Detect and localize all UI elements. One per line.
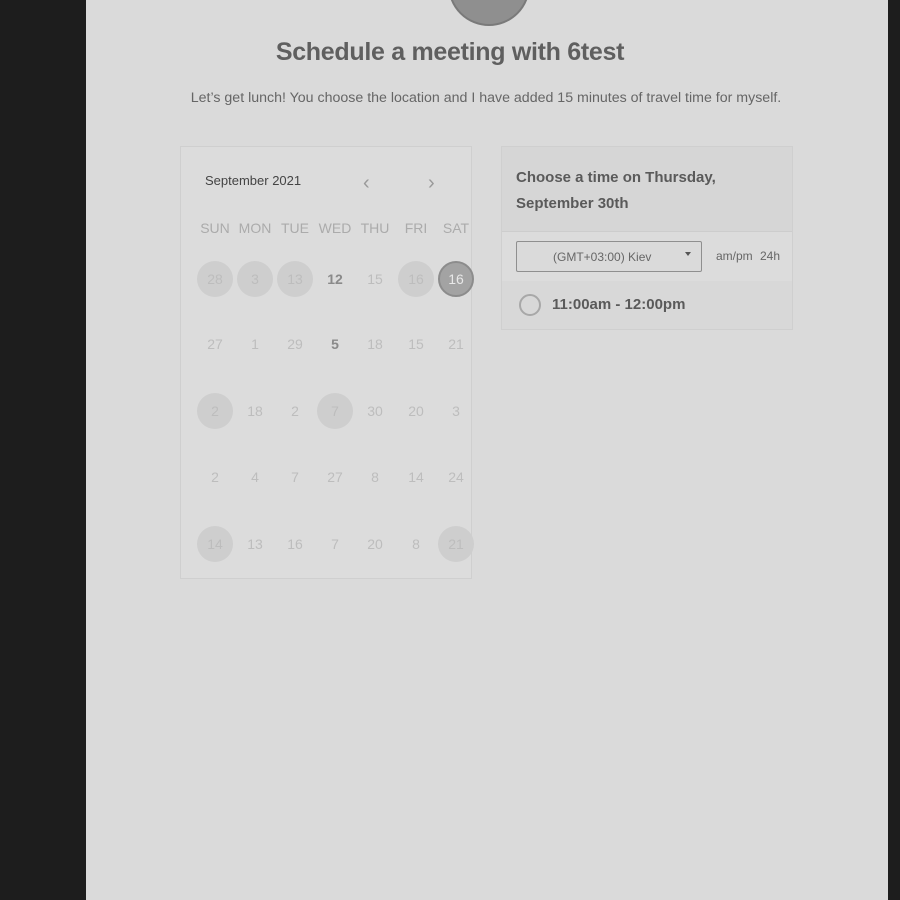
calendar-day[interactable]: 4	[237, 459, 273, 495]
weekday-label: MON	[238, 220, 272, 236]
time-panel-heading: Choose a time on Thursday, September 30t…	[516, 169, 716, 212]
calendar-day[interactable]: 13	[237, 526, 273, 562]
page-title: Schedule a meeting with 6test	[275, 38, 625, 66]
weekday-label: SUN	[200, 220, 230, 236]
calendar-day[interactable]: 16	[277, 526, 313, 562]
caret-down-icon	[685, 252, 691, 256]
calendar-day[interactable]: 3	[237, 261, 273, 297]
calendar-day[interactable]: 18	[357, 326, 393, 362]
calendar-day[interactable]: 5	[317, 326, 353, 362]
calendar-day[interactable]: 24	[438, 459, 474, 495]
calendar-day[interactable]: 3	[438, 393, 474, 429]
calendar-day[interactable]: 15	[398, 326, 434, 362]
calendar-day[interactable]: 27	[317, 459, 353, 495]
calendar-day[interactable]: 30	[357, 393, 393, 429]
calendar-day[interactable]: 13	[277, 261, 313, 297]
page-subtitle: Let’s get lunch! You choose the location…	[190, 90, 782, 106]
weekday-label: TUE	[281, 220, 309, 236]
calendar-day[interactable]: 8	[357, 459, 393, 495]
weekday-label: THU	[360, 220, 390, 236]
calendar-day[interactable]: 15	[357, 261, 393, 297]
chevron-right-icon[interactable]: ›	[428, 173, 435, 193]
time-slot-row[interactable]: 11:00am - 12:00pm	[502, 281, 792, 329]
calendar-day[interactable]: 7	[277, 459, 313, 495]
time-panel-header: Choose a time on Thursday, September 30t…	[502, 147, 792, 232]
calendar-day[interactable]: 2	[197, 393, 233, 429]
format-ampm-toggle[interactable]: am/pm	[716, 249, 753, 263]
chevron-left-icon[interactable]: ‹	[363, 173, 370, 193]
calendar-day[interactable]: 21	[438, 326, 474, 362]
weekday-label: FRI	[404, 220, 428, 236]
calendar-month-label: September 2021	[205, 173, 302, 188]
calendar-day[interactable]: 1	[237, 326, 273, 362]
calendar-day[interactable]: 7	[317, 393, 353, 429]
timezone-value: (GMT+03:00) Kiev	[553, 250, 652, 264]
calendar-day[interactable]: 7	[317, 526, 353, 562]
time-slot-label: 11:00am - 12:00pm	[552, 296, 686, 313]
calendar-day[interactable]: 16	[398, 261, 434, 297]
time-slot-radio[interactable]	[519, 294, 541, 316]
calendar-day[interactable]: 27	[197, 326, 233, 362]
calendar-day[interactable]: 16	[438, 261, 474, 297]
weekday-label: WED	[318, 220, 352, 236]
calendar-day[interactable]: 21	[438, 526, 474, 562]
calendar-day[interactable]: 14	[398, 459, 434, 495]
timezone-select[interactable]: (GMT+03:00) Kiev	[516, 241, 702, 272]
calendar-day[interactable]: 29	[277, 326, 313, 362]
format-24h-toggle[interactable]: 24h	[760, 249, 780, 263]
calendar-day[interactable]: 8	[398, 526, 434, 562]
calendar-day[interactable]: 18	[237, 393, 273, 429]
weekday-label: SAT	[442, 220, 470, 236]
calendar-day[interactable]: 12	[317, 261, 353, 297]
calendar-day[interactable]: 14	[197, 526, 233, 562]
calendar-day[interactable]: 20	[398, 393, 434, 429]
time-selection-card: Choose a time on Thursday, September 30t…	[501, 146, 793, 330]
calendar-day[interactable]: 2	[197, 459, 233, 495]
calendar-day[interactable]: 20	[357, 526, 393, 562]
calendar-day[interactable]: 2	[277, 393, 313, 429]
calendar-card: September 2021 ‹ › SUN MON TUE WED THU FRI SAT…	[180, 146, 474, 579]
calendar-day[interactable]: 28	[197, 261, 233, 297]
